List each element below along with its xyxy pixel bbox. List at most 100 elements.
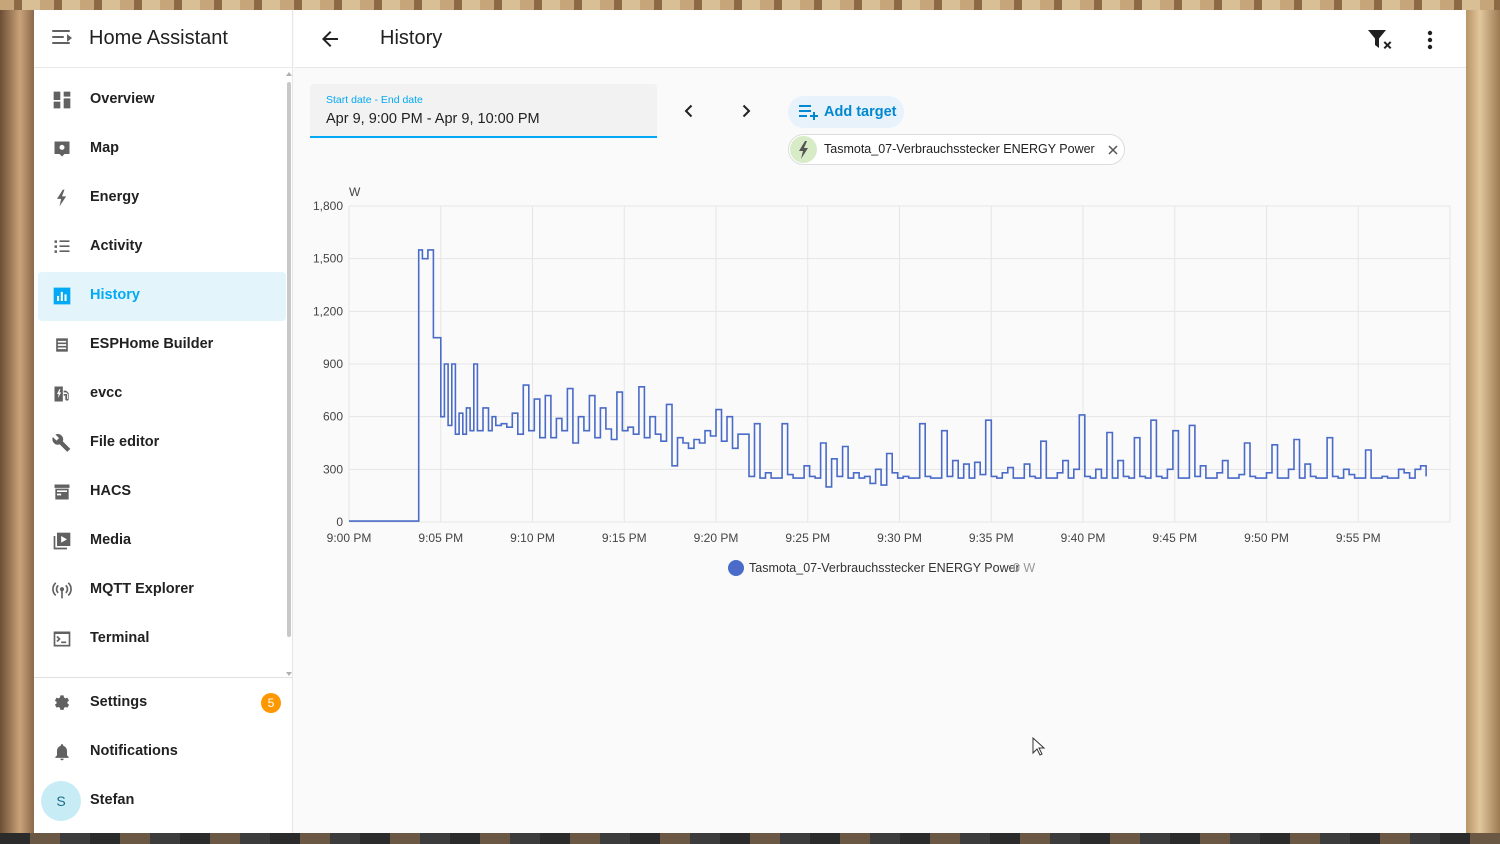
scroll-down-arrow[interactable] (286, 672, 292, 676)
y-axis-unit: W (349, 185, 361, 199)
bell-icon (55, 744, 69, 761)
scroll-thumb[interactable] (287, 82, 291, 637)
page-title: History (380, 27, 443, 49)
sidebar-item-label: evcc (90, 385, 123, 401)
add-target-label: Add target (824, 104, 897, 120)
sidebar-item-file-editor[interactable]: File editor (38, 419, 286, 468)
overview-icon (53, 91, 71, 109)
x-tick-label: 9:20 PM (694, 531, 739, 545)
y-tick-label: 900 (323, 357, 343, 371)
sidebar-item-label: Map (90, 140, 119, 156)
main-content: History Start date - End date Apr 9, 9:0… (294, 10, 1466, 833)
sidebar-item-mqtt-explorer[interactable]: MQTT Explorer (38, 566, 286, 615)
mouse-cursor-icon (1032, 737, 1046, 756)
wrench-icon (52, 433, 71, 452)
antenna-icon (52, 582, 72, 599)
sidebar-item-label: Overview (90, 91, 155, 107)
sidebar-item-label: Settings (90, 694, 148, 710)
top-app-bar: History (294, 10, 1466, 68)
list-icon (54, 240, 70, 253)
sidebar-item-label: Media (90, 532, 132, 548)
sidebar-item-esphome-builder[interactable]: ESPHome Builder (38, 321, 286, 370)
more-vertical-icon[interactable] (1420, 28, 1440, 52)
y-tick-label: 1,500 (313, 252, 343, 266)
gear-icon (54, 695, 70, 710)
chart-bar-icon (53, 287, 71, 305)
back-arrow-icon[interactable] (318, 27, 342, 51)
sidebar-item-user[interactable]: S Stefan (38, 777, 286, 826)
sidebar-item-terminal[interactable]: Terminal (38, 615, 286, 664)
chevron-right-icon[interactable] (736, 101, 756, 121)
settings-badge: 5 (261, 693, 281, 713)
map-icon (54, 141, 70, 157)
menu-collapse-icon[interactable] (52, 30, 72, 46)
y-tick-label: 300 (323, 462, 343, 476)
x-tick-label: 9:10 PM (510, 531, 555, 545)
lightning-icon (790, 136, 817, 163)
background-top (0, 0, 1500, 10)
x-tick-label: 9:15 PM (602, 531, 647, 545)
x-tick-label: 9:45 PM (1152, 531, 1197, 545)
sidebar-scrollbar[interactable] (286, 72, 292, 678)
browser-window: Home Assistant Overview Map Energy Activity… (34, 10, 1466, 833)
sidebar-item-label: Notifications (90, 743, 178, 759)
x-tick-label: 9:50 PM (1244, 531, 1289, 545)
target-chip-label: Tasmota_07-Verbrauchsstecker ENERGY Powe… (824, 142, 1095, 156)
sidebar-item-label: Activity (90, 238, 143, 254)
legend-label[interactable]: Tasmota_07-Verbrauchsstecker ENERGY Powe… (749, 561, 1020, 575)
sidebar-nav: Overview Map Energy Activity History ESPHome … (34, 76, 286, 664)
sidebar-item-label: Terminal (90, 630, 150, 646)
sidebar-item-settings[interactable]: Settings 5 (38, 679, 286, 728)
scroll-up-arrow[interactable] (286, 72, 292, 76)
sidebar-item-energy[interactable]: Energy (38, 174, 286, 223)
date-range-picker[interactable]: Start date - End date Apr 9, 9:00 PM - A… (310, 84, 657, 138)
y-tick-label: 0 (336, 515, 343, 529)
legend-marker[interactable] (728, 560, 744, 576)
sidebar-item-label: Energy (90, 189, 140, 205)
sidebar-item-overview[interactable]: Overview (38, 76, 286, 125)
app-title: Home Assistant (89, 27, 228, 49)
y-tick-label: 1,800 (313, 199, 343, 213)
x-tick-label: 9:30 PM (877, 531, 922, 545)
sidebar-bottom: Settings 5 Notifications S Stefan (34, 679, 286, 826)
avatar: S (41, 781, 81, 821)
sidebar-item-media[interactable]: Media (38, 517, 286, 566)
close-icon[interactable] (1107, 144, 1119, 156)
ev-station-icon (54, 386, 69, 402)
sidebar-item-label: HACS (90, 483, 132, 499)
user-name: Stefan (90, 792, 135, 808)
date-range-value: Apr 9, 9:00 PM - Apr 9, 10:00 PM (326, 111, 540, 127)
x-tick-label: 9:25 PM (785, 531, 830, 545)
x-tick-label: 9:00 PM (327, 531, 372, 545)
sidebar: Home Assistant Overview Map Energy Activity… (34, 10, 293, 833)
add-target-button[interactable]: Add target (788, 96, 904, 128)
sidebar-item-label: ESPHome Builder (90, 336, 214, 352)
series-line[interactable] (349, 249, 1427, 522)
sidebar-item-label: File editor (90, 434, 160, 450)
sidebar-divider (34, 677, 293, 678)
lightning-icon (57, 189, 67, 207)
background-bottom (0, 833, 1500, 844)
target-chip[interactable]: Tasmota_07-Verbrauchsstecker ENERGY Powe… (788, 134, 1125, 165)
y-tick-label: 1,200 (313, 304, 343, 318)
sidebar-item-activity[interactable]: Activity (38, 223, 286, 272)
sidebar-item-label: MQTT Explorer (90, 581, 194, 597)
hacs-store-icon (54, 484, 70, 500)
sidebar-header: Home Assistant (34, 10, 293, 68)
x-tick-label: 9:05 PM (418, 531, 463, 545)
x-tick-label: 9:55 PM (1336, 531, 1381, 545)
x-tick-label: 9:40 PM (1061, 531, 1106, 545)
sidebar-item-history[interactable]: History (38, 272, 286, 321)
legend-current-value: 0 W (1013, 561, 1035, 575)
history-chart[interactable]: 0 300 600 900 1,200 1,500 1,800 W 9:00 PM 9:05 PM… (294, 170, 1466, 590)
filter-remove-icon[interactable] (1367, 28, 1393, 52)
sidebar-item-map[interactable]: Map (38, 125, 286, 174)
date-range-label: Start date - End date (326, 94, 423, 106)
chevron-left-icon[interactable] (679, 101, 699, 121)
sidebar-item-label: History (90, 287, 140, 303)
sidebar-item-evcc[interactable]: evcc (38, 370, 286, 419)
sidebar-item-hacs[interactable]: HACS (38, 468, 286, 517)
x-tick-label: 9:35 PM (969, 531, 1014, 545)
y-tick-label: 600 (323, 410, 343, 424)
sidebar-item-notifications[interactable]: Notifications (38, 728, 286, 777)
